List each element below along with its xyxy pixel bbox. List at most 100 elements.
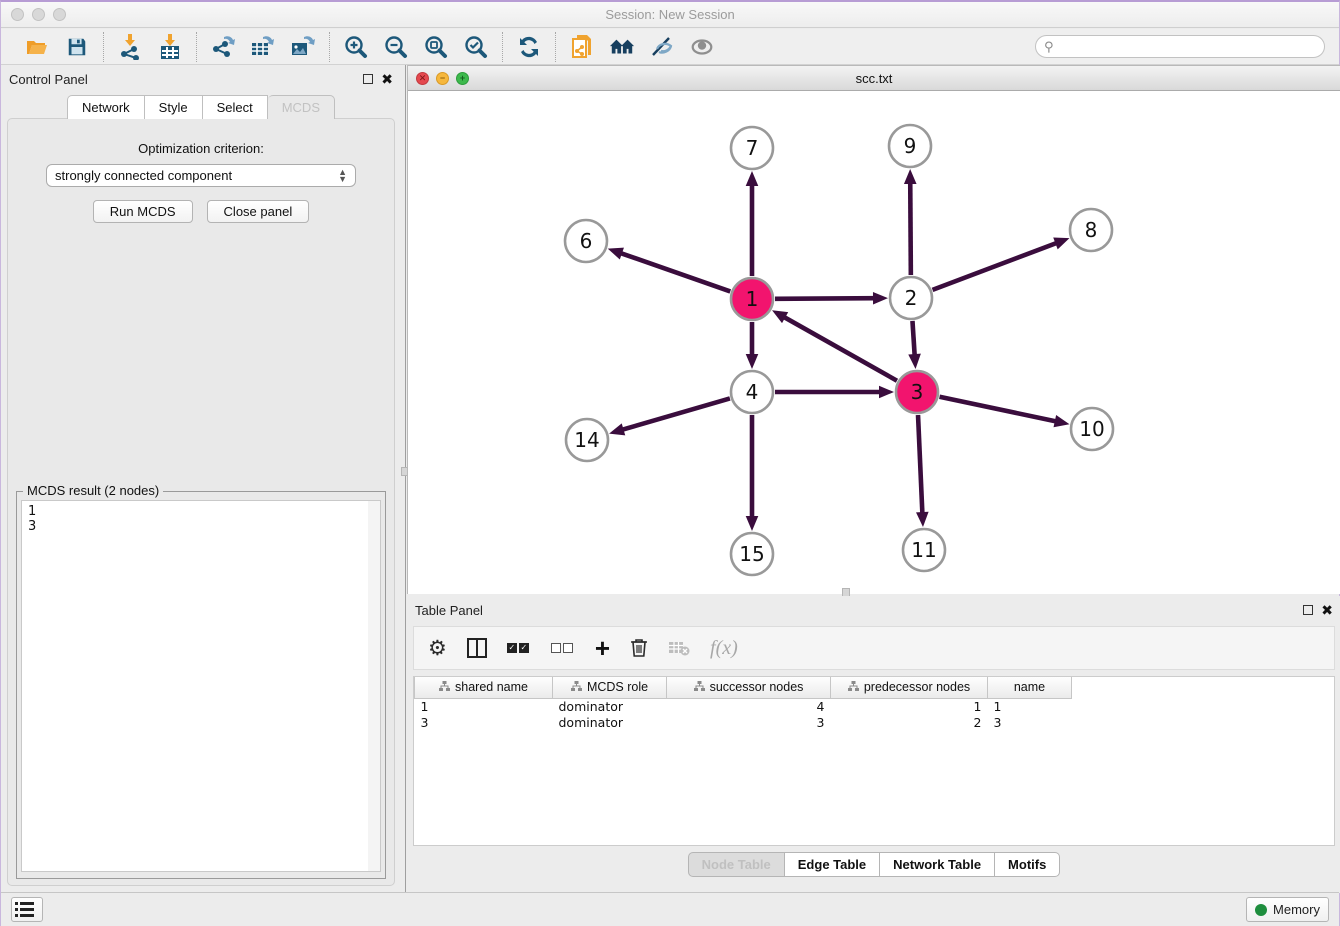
table-cell[interactable]: dominator	[553, 698, 667, 714]
table-row[interactable]: 1dominator411	[415, 698, 1072, 714]
mcds-result-textarea[interactable]: 1 3	[21, 500, 381, 872]
refresh-icon[interactable]	[516, 34, 542, 60]
table-panel-title: Table Panel	[415, 603, 483, 618]
optimization-criterion-select[interactable]: strongly connected component ▲▼	[46, 164, 356, 187]
node-table: shared nameMCDS rolesuccessor nodesprede…	[413, 676, 1335, 846]
zoom-fit-icon[interactable]	[423, 34, 449, 60]
edge-arrowhead	[873, 292, 888, 305]
import-network-icon[interactable]	[117, 34, 143, 60]
column-header-successor-nodes[interactable]: successor nodes	[667, 677, 831, 698]
select-all-columns-icon[interactable]: ✓✓	[507, 643, 531, 653]
tab-edge-table[interactable]: Edge Table	[785, 852, 880, 877]
graph-node-label: 7	[746, 136, 759, 160]
float-table-panel-icon[interactable]	[1303, 605, 1313, 615]
control-panel: Control Panel ✖ NetworkStyleSelectMCDS O…	[1, 65, 401, 894]
table-cell[interactable]: dominator	[553, 714, 667, 730]
edge-arrowhead	[746, 516, 759, 531]
save-session-icon[interactable]	[64, 34, 90, 60]
combo-stepper-icon: ▲▼	[338, 169, 347, 183]
clone-network-icon[interactable]	[569, 34, 595, 60]
mcds-result-group: MCDS result (2 nodes) 1 3	[16, 491, 386, 879]
table-cell[interactable]: 3	[415, 714, 553, 730]
home-icon[interactable]	[609, 34, 635, 60]
run-mcds-button[interactable]: Run MCDS	[93, 200, 193, 223]
edge-arrowhead	[1054, 415, 1070, 427]
graph-node-label: 15	[739, 542, 764, 566]
table-cell[interactable]: 1	[988, 698, 1072, 714]
float-panel-icon[interactable]	[363, 74, 373, 84]
export-table-icon[interactable]	[250, 34, 276, 60]
edge-arrowhead	[916, 512, 929, 527]
memory-button[interactable]: Memory	[1246, 897, 1329, 922]
edge-1-2[interactable]	[775, 298, 876, 299]
tab-select[interactable]: Select	[203, 95, 268, 119]
export-network-icon[interactable]	[210, 34, 236, 60]
tab-mcds[interactable]: MCDS	[268, 95, 335, 119]
table-cell[interactable]: 2	[831, 714, 988, 730]
tab-network[interactable]: Network	[67, 95, 145, 119]
tab-style[interactable]: Style	[145, 95, 203, 119]
table-cell[interactable]: 4	[667, 698, 831, 714]
zoom-out-icon[interactable]	[383, 34, 409, 60]
open-file-icon[interactable]	[24, 34, 50, 60]
tab-motifs[interactable]: Motifs	[995, 852, 1060, 877]
unselect-all-columns-icon[interactable]	[551, 643, 575, 653]
table-cell[interactable]: 3	[988, 714, 1072, 730]
column-header-MCDS-role[interactable]: MCDS role	[553, 677, 667, 698]
column-header-name[interactable]: name	[988, 677, 1072, 698]
result-scrollbar[interactable]	[368, 501, 380, 871]
network-graph[interactable]: 7968124314101511	[408, 91, 1340, 594]
table-row[interactable]: 3dominator323	[415, 714, 1072, 730]
column-header-predecessor-nodes[interactable]: predecessor nodes	[831, 677, 988, 698]
delete-column-icon[interactable]	[630, 638, 648, 658]
graph-node-label: 11	[911, 538, 936, 562]
table-tabs: Node TableEdge TableNetwork TableMotifs	[407, 852, 1340, 877]
edge-arrowhead	[746, 171, 759, 186]
table-settings-gear-icon[interactable]: ⚙	[428, 636, 447, 660]
table-cell[interactable]: 3	[667, 714, 831, 730]
tab-node-table[interactable]: Node Table	[688, 852, 785, 877]
table-cell[interactable]: 1	[831, 698, 988, 714]
add-column-icon[interactable]: +	[595, 638, 610, 658]
import-table-icon[interactable]	[157, 34, 183, 60]
graph-node-label: 4	[746, 380, 759, 404]
tab-network-table[interactable]: Network Table	[880, 852, 995, 877]
edge-4-14[interactable]	[621, 398, 730, 430]
close-panel-button[interactable]: Close panel	[207, 200, 310, 223]
table-cell[interactable]: 1	[415, 698, 553, 714]
edge-2-8[interactable]	[933, 242, 1059, 290]
export-image-icon[interactable]	[290, 34, 316, 60]
graph-node-label: 14	[574, 428, 599, 452]
close-panel-icon[interactable]: ✖	[381, 74, 393, 84]
graph-node-label: 9	[904, 134, 917, 158]
eye-icon[interactable]	[689, 34, 715, 60]
edge-arrowhead	[879, 386, 894, 399]
edge-2-9[interactable]	[910, 181, 911, 275]
close-table-panel-icon[interactable]: ✖	[1321, 605, 1333, 615]
network-view-window: ✕ − + scc.txt 7968124314101511	[407, 65, 1340, 594]
hide-panel-icon[interactable]	[649, 34, 675, 60]
show-columns-icon[interactable]	[467, 638, 487, 658]
task-list-icon	[20, 902, 34, 917]
column-header-shared-name[interactable]: shared name	[415, 677, 553, 698]
main-toolbar: ⚲	[1, 29, 1339, 65]
edge-1-6[interactable]	[619, 253, 730, 292]
mcds-tab-content: Optimization criterion: strongly connect…	[7, 118, 395, 886]
task-history-button[interactable]	[11, 897, 43, 922]
graph-node-label: 3	[911, 380, 924, 404]
window-title: Session: New Session	[1, 7, 1339, 22]
graph-node-label: 8	[1085, 218, 1098, 242]
zoom-selected-icon[interactable]	[463, 34, 489, 60]
edge-3-11[interactable]	[918, 415, 922, 515]
edge-arrowhead	[1053, 238, 1069, 250]
network-canvas[interactable]: 7968124314101511	[408, 91, 1340, 594]
edge-3-1[interactable]	[782, 316, 896, 381]
edge-arrowhead	[746, 354, 759, 369]
edge-3-10[interactable]	[940, 397, 1058, 422]
search-input[interactable]	[1058, 40, 1316, 54]
search-box[interactable]: ⚲	[1035, 35, 1325, 58]
zoom-in-icon[interactable]	[343, 34, 369, 60]
window-titlebar: Session: New Session	[1, 2, 1339, 28]
delete-table-icon	[668, 639, 690, 657]
edge-2-3[interactable]	[912, 321, 914, 357]
